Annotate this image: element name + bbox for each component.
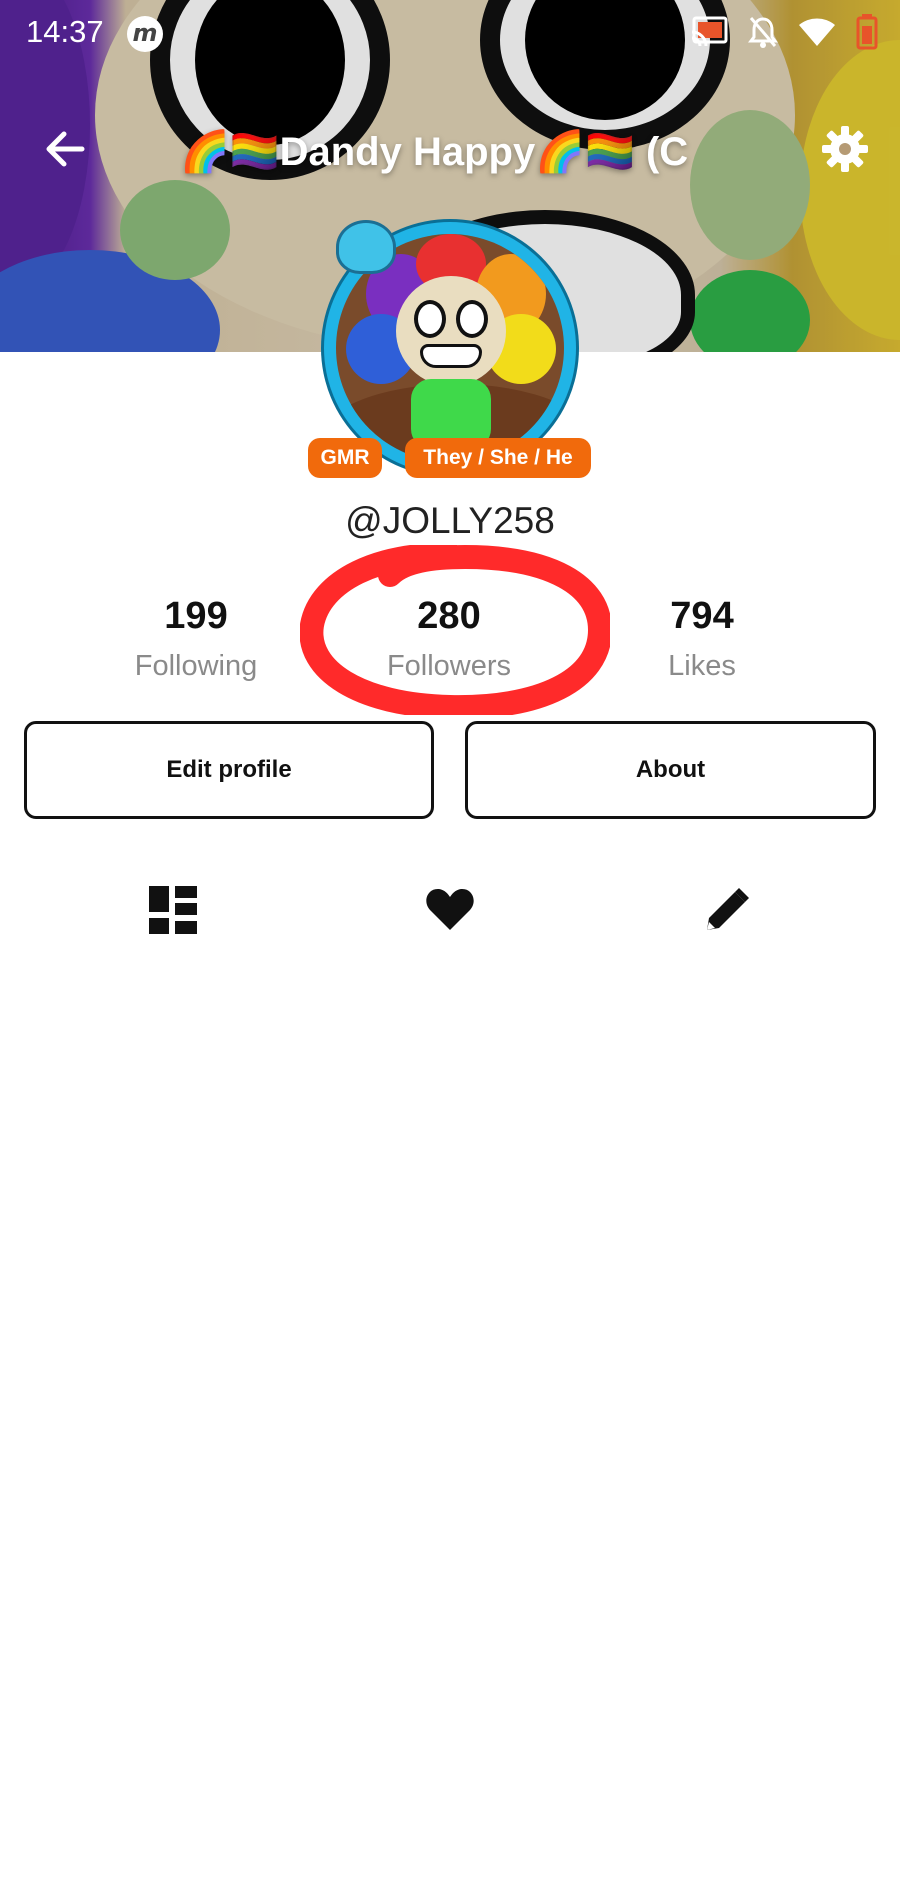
settings-button[interactable] — [820, 124, 870, 174]
heart-icon — [426, 888, 474, 930]
pronouns-badge: They / She / He — [405, 438, 591, 478]
about-button[interactable]: About — [465, 721, 876, 819]
profile-title: 🌈🏳️‍🌈Dandy Happy🌈🏳️‍🌈 (C — [180, 130, 689, 174]
tab-likes[interactable] — [424, 884, 476, 936]
stat-label: Likes — [668, 650, 736, 682]
app-notification-icon: m — [127, 16, 163, 52]
arrow-left-icon — [46, 131, 85, 167]
avatar-frame-badge — [336, 220, 396, 274]
stat-likes[interactable]: 794 Likes — [592, 595, 812, 683]
tab-drafts[interactable] — [701, 884, 753, 936]
avatar-eye-right — [456, 300, 488, 338]
stat-value: 199 — [164, 595, 228, 637]
avatar-eye-left — [414, 300, 446, 338]
stat-following[interactable]: 199 Following — [86, 595, 306, 683]
gear-icon — [822, 126, 868, 172]
stat-label: Following — [134, 650, 258, 682]
wifi-icon — [799, 18, 835, 46]
bell-off-icon — [748, 17, 778, 48]
battery-icon — [856, 14, 878, 50]
role-badge: GMR — [308, 438, 382, 478]
status-icons — [690, 14, 878, 50]
avatar-mouth — [420, 344, 482, 368]
username: @JOLLY258 — [345, 500, 555, 541]
grid-layout-icon — [149, 886, 197, 934]
pencil-icon — [707, 888, 749, 930]
avatar-face — [396, 276, 506, 386]
tab-posts[interactable] — [147, 884, 199, 936]
cast-icon — [691, 16, 728, 47]
stat-value: 280 — [417, 595, 481, 637]
stat-followers[interactable]: 280 Followers — [339, 595, 559, 683]
stat-value: 794 — [670, 595, 734, 637]
stat-label: Followers — [386, 650, 512, 682]
status-time: 14:37 — [26, 14, 104, 49]
edit-profile-button[interactable]: Edit profile — [24, 721, 434, 819]
back-button[interactable] — [40, 124, 90, 174]
